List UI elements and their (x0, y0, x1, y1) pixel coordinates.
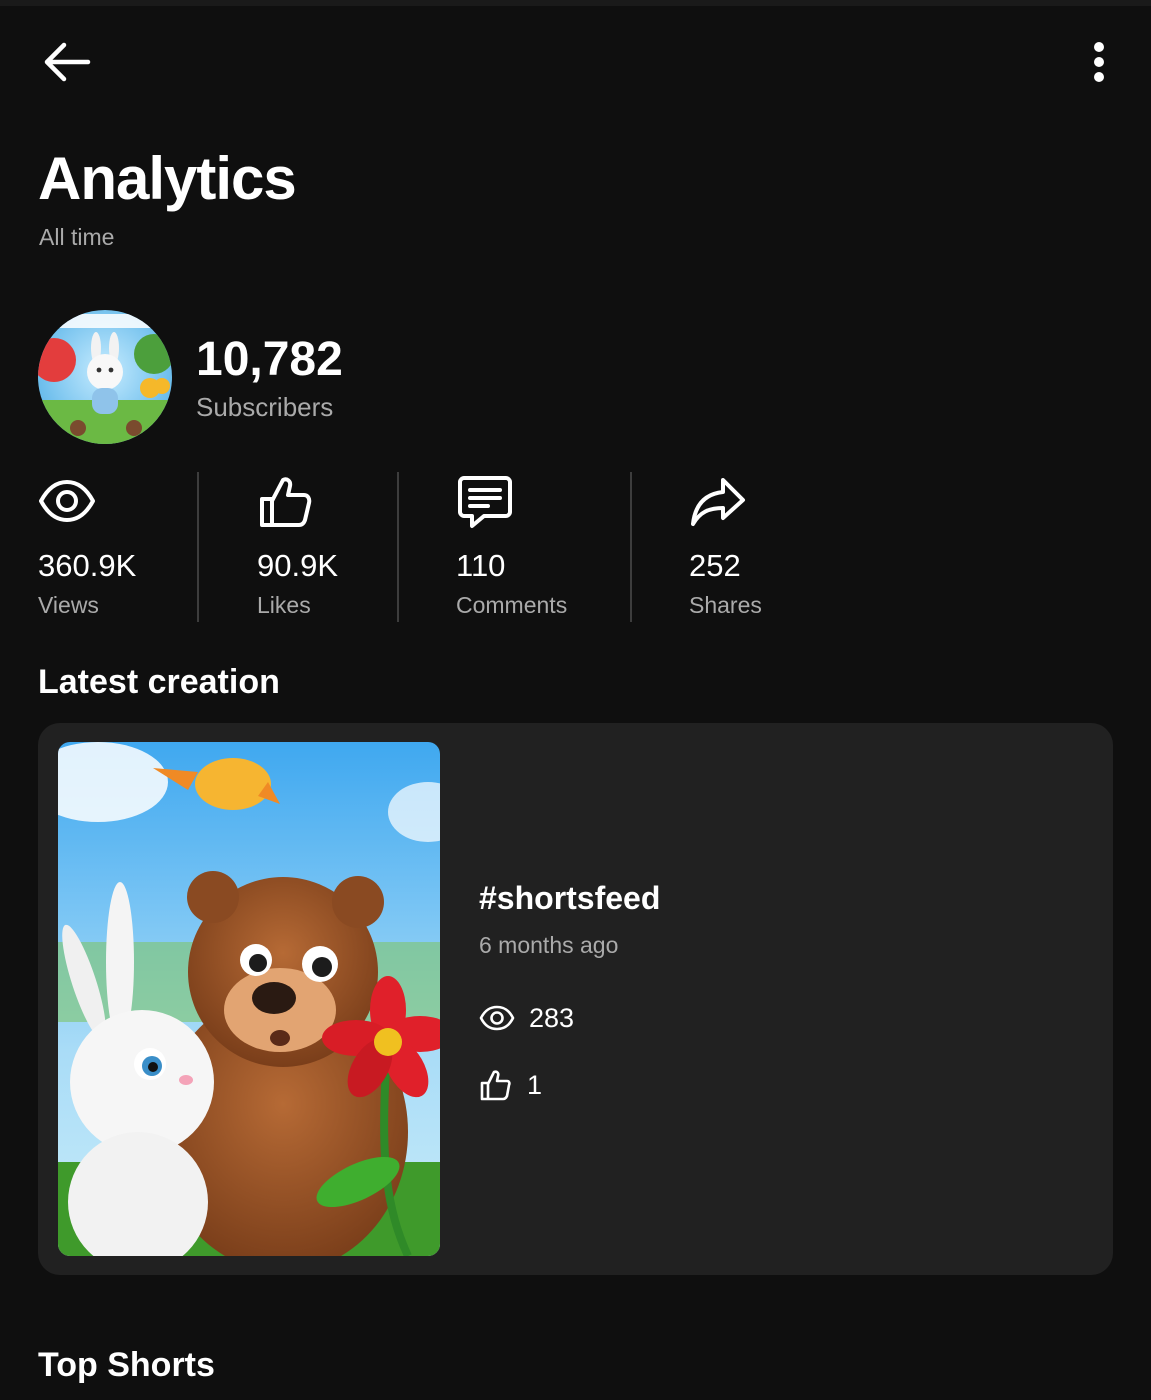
share-icon (691, 478, 745, 526)
more-options-button[interactable] (1078, 38, 1120, 86)
comment-icon (458, 476, 512, 528)
top-shorts-heading: Top Shorts (38, 1346, 215, 1384)
video-views-value: 283 (529, 1003, 575, 1033)
thumbnail-image (58, 742, 440, 1256)
eye-icon (479, 1005, 515, 1031)
video-title[interactable]: #shortsfeed (479, 878, 660, 918)
likes-label: Likes (257, 592, 311, 618)
shares-label: Shares (689, 592, 762, 618)
date-range-label: All time (39, 224, 115, 250)
status-strip (0, 0, 1151, 6)
comments-label: Comments (456, 592, 568, 618)
video-views: 283 (479, 998, 574, 1038)
page-title: Analytics (38, 145, 297, 212)
thumbs-up-icon (260, 477, 312, 527)
views-value: 360.9K (38, 548, 137, 583)
stat-divider (197, 472, 199, 622)
subscriber-count: 10,782 (196, 333, 343, 386)
comments-value: 110 (456, 548, 506, 583)
video-likes-value: 1 (527, 1070, 543, 1100)
latest-creation-heading: Latest creation (38, 663, 280, 701)
thumbs-up-icon (480, 1070, 511, 1101)
latest-video-card[interactable]: #shortsfeed 6 months ago 283 1 (38, 723, 1113, 1275)
stat-divider (397, 472, 399, 622)
video-likes: 1 (479, 1065, 542, 1105)
likes-value: 90.9K (257, 548, 339, 583)
more-vertical-icon (1094, 42, 1104, 82)
eye-icon (39, 480, 95, 522)
stat-divider (630, 472, 632, 622)
video-age: 6 months ago (479, 932, 619, 958)
channel-avatar[interactable] (38, 310, 172, 444)
subscriber-label: Subscribers (196, 392, 334, 422)
shares-value: 252 (689, 548, 741, 583)
avatar-image (38, 310, 172, 444)
video-thumbnail[interactable] (58, 742, 440, 1256)
views-label: Views (38, 592, 99, 618)
back-button[interactable] (38, 36, 94, 88)
arrow-left-icon (44, 42, 91, 82)
